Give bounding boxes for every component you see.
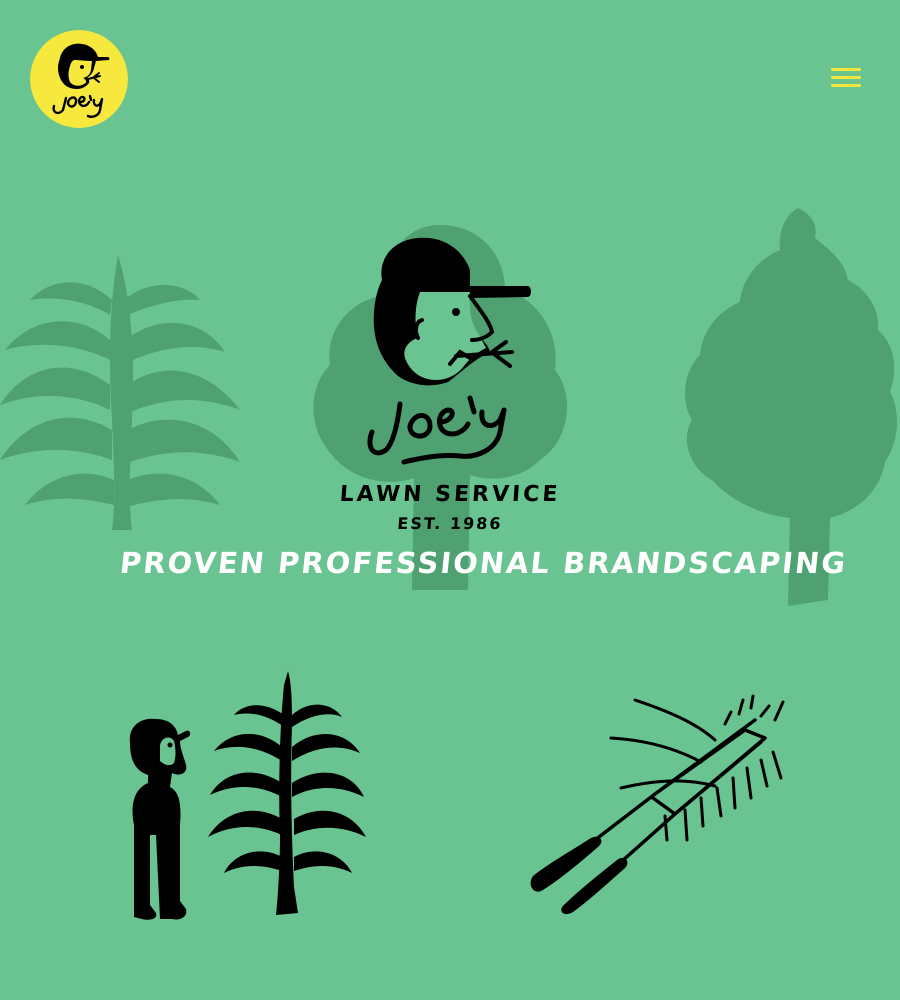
joes-face-logo: [367, 237, 531, 465]
man-looking-at-tree-icon: [129, 671, 366, 920]
landing-page: Lawn Service Est. 1986 Proven profession…: [0, 0, 900, 1000]
hedge-shears-icon: [530, 694, 785, 915]
service-name: Lawn Service: [338, 482, 562, 507]
established-year: Est. 1986: [396, 514, 504, 533]
hero-tagline: Proven professional Brandscaping: [118, 546, 849, 580]
